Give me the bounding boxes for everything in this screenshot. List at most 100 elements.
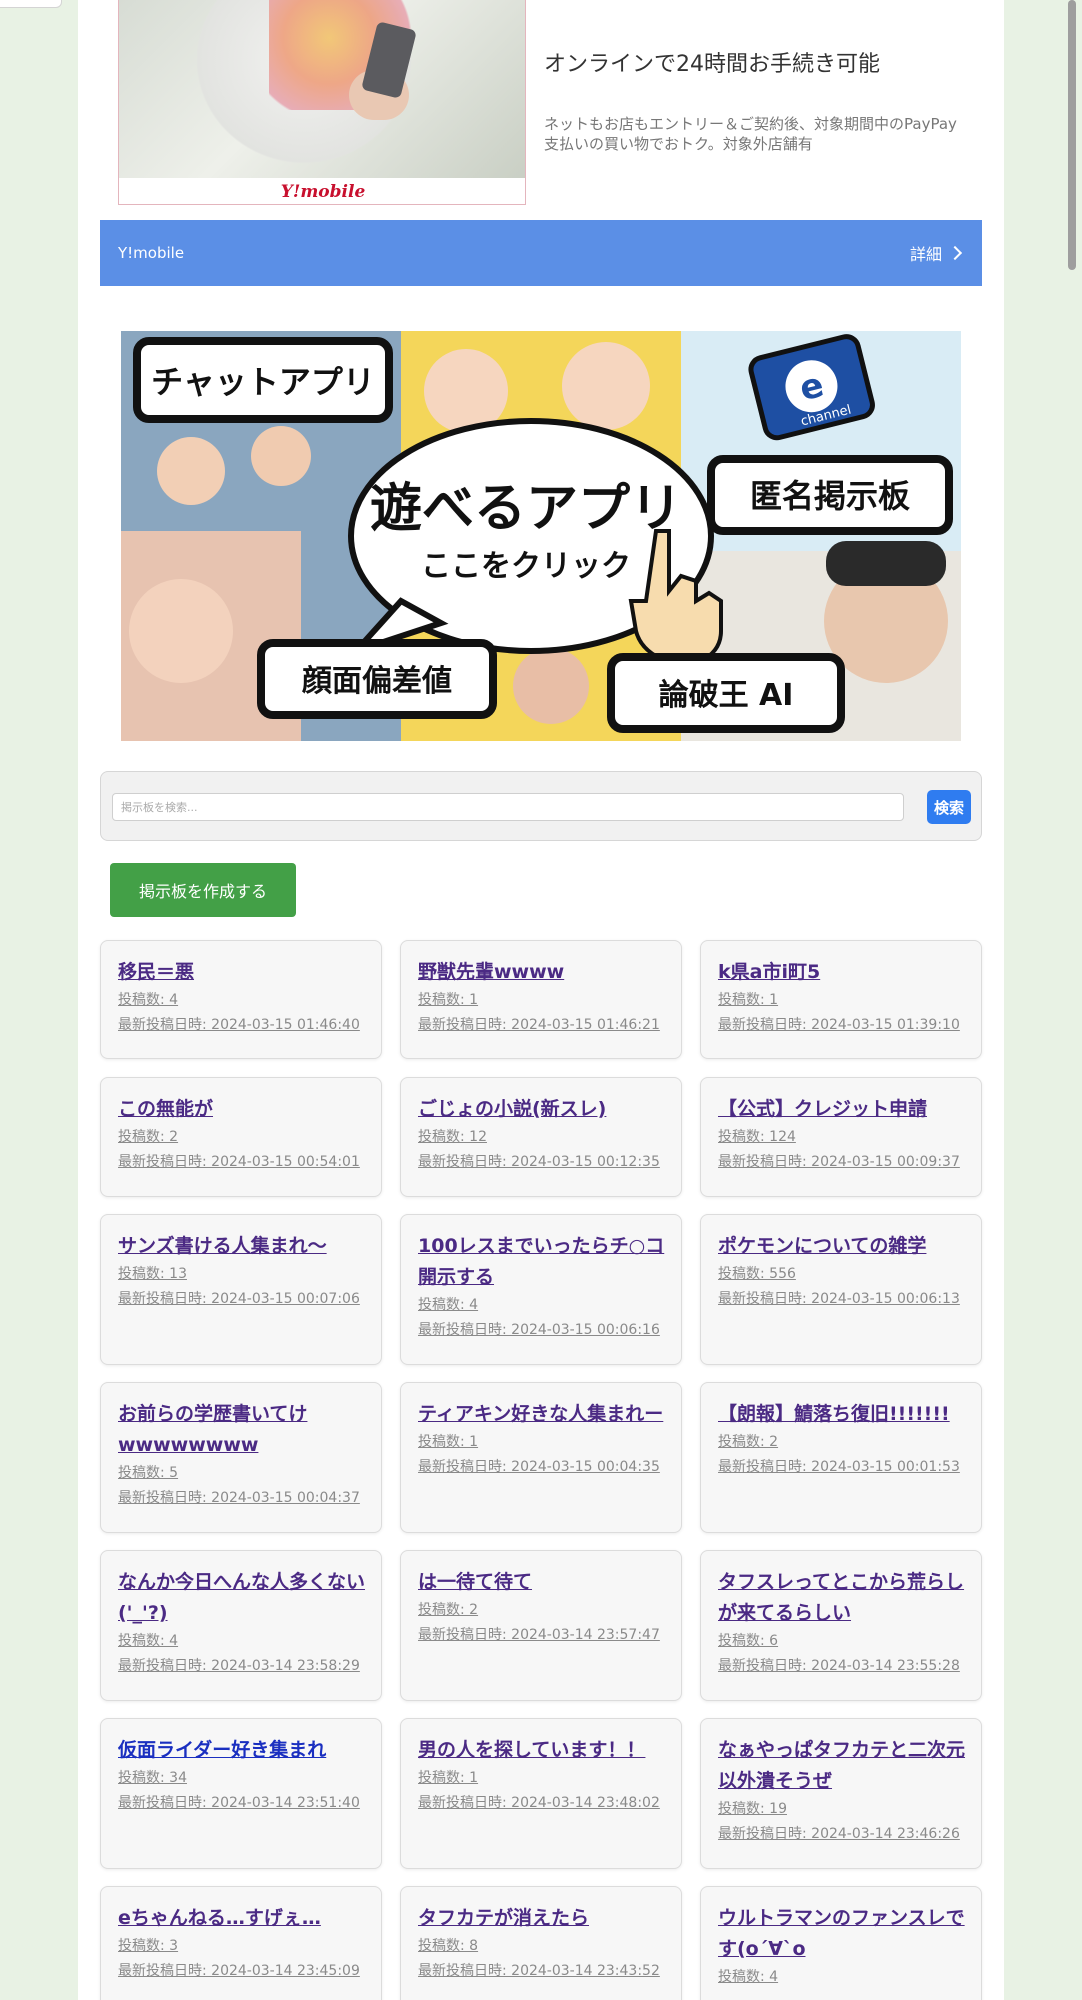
thread-post-count[interactable]: 投稿数: 4 xyxy=(718,1965,965,1990)
thread-card[interactable]: ポケモンについての雑学 投稿数: 556 最新投稿日時: 2024-03-15 … xyxy=(700,1214,982,1365)
banner-char-7-hair xyxy=(826,541,946,586)
create-board-button[interactable]: 掲示板を作成する xyxy=(110,863,296,917)
thread-latest-post[interactable]: 最新投稿日時: 2024-03-15 00:01:53 xyxy=(718,1455,965,1480)
thread-title[interactable]: 野獣先輩wwww xyxy=(418,957,665,988)
thread-title[interactable]: k県a市i町5 xyxy=(718,957,965,988)
ad-footer[interactable]: Y!mobile 詳細 xyxy=(100,220,982,286)
thread-latest-post[interactable]: 最新投稿日時: 2024-03-14 23:43:52 xyxy=(418,1959,665,1984)
thread-title[interactable]: eちゃんねる…すげぇ… xyxy=(118,1903,365,1934)
thread-post-count[interactable]: 投稿数: 3 xyxy=(118,1934,365,1959)
thread-post-count[interactable]: 投稿数: 1 xyxy=(718,988,965,1013)
thread-latest-post[interactable]: 最新投稿日時: 2024-03-15 00:54:01 xyxy=(118,1150,365,1175)
thread-latest-post[interactable]: 最新投稿日時: 2024-03-15 00:12:35 xyxy=(418,1150,665,1175)
ad-headline[interactable]: オンラインで24時間お手続き可能 xyxy=(544,46,964,78)
ad-logo-bar: Y!mobile xyxy=(119,178,525,204)
search-input[interactable] xyxy=(112,793,904,821)
thread-post-count[interactable]: 投稿数: 13 xyxy=(118,1262,365,1287)
thread-title[interactable]: 【朗報】鯖落ち復旧!!!!!!! xyxy=(718,1399,965,1430)
thread-latest-post[interactable]: 最新投稿日時: 2024-03-15 00:04:35 xyxy=(418,1455,665,1480)
thread-post-count[interactable]: 投稿数: 12 xyxy=(418,1125,665,1150)
thread-post-count[interactable]: 投稿数: 4 xyxy=(118,1629,365,1654)
thread-latest-post[interactable]: 最新投稿日時: 2024-03-15 00:06:16 xyxy=(418,1318,665,1343)
thread-card[interactable]: お前らの学歴書いてけwwwwwwww 投稿数: 5 最新投稿日時: 2024-0… xyxy=(100,1382,382,1533)
thread-title[interactable]: タフスレってとこから荒らしが来てるらしい xyxy=(718,1567,965,1629)
thread-post-count[interactable]: 投稿数: 124 xyxy=(718,1125,965,1150)
thread-title[interactable]: 移民＝悪 xyxy=(118,957,365,988)
thread-latest-post[interactable]: 最新投稿日時: 2024-03-14 23:48:02 xyxy=(418,1791,665,1816)
thread-latest-post[interactable]: 最新投稿日時: 2024-03-14 23:51:40 xyxy=(118,1791,365,1816)
thread-card[interactable]: 野獣先輩wwww 投稿数: 1 最新投稿日時: 2024-03-15 01:46… xyxy=(400,940,682,1059)
thread-post-count[interactable]: 投稿数: 556 xyxy=(718,1262,965,1287)
thread-card[interactable]: サンズ書ける人集まれ〜 投稿数: 13 最新投稿日時: 2024-03-15 0… xyxy=(100,1214,382,1365)
thread-latest-post[interactable]: 最新投稿日時: 2024-03-14 23:55:28 xyxy=(718,1654,965,1679)
banner-click-here-text: ここをクリック xyxy=(421,549,631,584)
thread-latest-post[interactable]: 最新投稿日時: 2024-03-15 01:46:21 xyxy=(418,1013,665,1038)
thread-latest-post[interactable]: 最新投稿日時: 2024-03-14 23:58:29 xyxy=(118,1654,365,1679)
search-button[interactable]: 検索 xyxy=(927,790,971,824)
thread-card[interactable]: 100レスまでいったらチ○コ開示する 投稿数: 4 最新投稿日時: 2024-0… xyxy=(400,1214,682,1365)
thread-card[interactable]: k県a市i町5 投稿数: 1 最新投稿日時: 2024-03-15 01:39:… xyxy=(700,940,982,1059)
banner-char-1 xyxy=(157,437,225,505)
thread-card[interactable]: ごじょの小説(新スレ) 投稿数: 12 最新投稿日時: 2024-03-15 0… xyxy=(400,1077,682,1197)
thread-title[interactable]: お前らの学歴書いてけwwwwwwww xyxy=(118,1399,365,1461)
thread-card[interactable]: ウルトラマンのファンスレです(o´∀`o 投稿数: 4 xyxy=(700,1886,982,2000)
thread-post-count[interactable]: 投稿数: 5 xyxy=(118,1461,365,1486)
thread-title[interactable]: ポケモンについての雑学 xyxy=(718,1231,965,1262)
thread-latest-post[interactable]: 最新投稿日時: 2024-03-15 01:39:10 xyxy=(718,1013,965,1038)
thread-post-count[interactable]: 投稿数: 8 xyxy=(418,1934,665,1959)
thread-card[interactable]: ティアキン好きな人集まれー 投稿数: 1 最新投稿日時: 2024-03-15 … xyxy=(400,1382,682,1533)
thread-card[interactable]: eちゃんねる…すげぇ… 投稿数: 3 最新投稿日時: 2024-03-14 23… xyxy=(100,1886,382,2000)
thread-title[interactable]: ごじょの小説(新スレ) xyxy=(418,1094,665,1125)
thread-title[interactable]: この無能が xyxy=(118,1094,365,1125)
scrollbar-thumb[interactable] xyxy=(1068,0,1076,270)
thread-card[interactable]: 移民＝悪 投稿数: 4 最新投稿日時: 2024-03-15 01:46:40 xyxy=(100,940,382,1059)
thread-title[interactable]: なぁやっぱタフカテと二次元以外潰そうぜ xyxy=(718,1735,965,1797)
thread-latest-post[interactable]: 最新投稿日時: 2024-03-14 23:57:47 xyxy=(418,1623,665,1648)
banner-ronpa-text: 論破王 AI xyxy=(659,678,794,713)
thread-post-count[interactable]: 投稿数: 2 xyxy=(418,1598,665,1623)
thread-card[interactable]: は一待て待て 投稿数: 2 最新投稿日時: 2024-03-14 23:57:4… xyxy=(400,1550,682,1701)
thread-post-count[interactable]: 投稿数: 19 xyxy=(718,1797,965,1822)
thread-card[interactable]: 【公式】クレジット申請 投稿数: 124 最新投稿日時: 2024-03-15 … xyxy=(700,1077,982,1197)
ad-detail-link[interactable]: 詳細 xyxy=(909,241,963,265)
thread-latest-post[interactable]: 最新投稿日時: 2024-03-15 00:06:13 xyxy=(718,1287,965,1312)
thread-card[interactable]: 仮面ライダー好き集まれ 投稿数: 34 最新投稿日時: 2024-03-14 2… xyxy=(100,1718,382,1869)
thread-title[interactable]: は一待て待て xyxy=(418,1567,665,1598)
thread-card[interactable]: なぁやっぱタフカテと二次元以外潰そうぜ 投稿数: 19 最新投稿日時: 2024… xyxy=(700,1718,982,1869)
ad-body-text: ネットもお店もエントリー＆ご契約後、対象期間中のPayPay支払いの買い物でおト… xyxy=(544,115,957,153)
thread-post-count[interactable]: 投稿数: 4 xyxy=(418,1293,665,1318)
ad-image[interactable]: Y!mobile xyxy=(118,0,526,205)
thread-latest-post[interactable]: 最新投稿日時: 2024-03-15 00:04:37 xyxy=(118,1486,365,1511)
thread-title[interactable]: 男の人を探しています！！ xyxy=(418,1735,665,1766)
thread-post-count[interactable]: 投稿数: 1 xyxy=(418,988,665,1013)
thread-post-count[interactable]: 投稿数: 2 xyxy=(718,1430,965,1455)
thread-title[interactable]: 仮面ライダー好き集まれ xyxy=(118,1735,365,1766)
app-banner[interactable]: e channel 遊べるアプリ ここをクリック チャットアプリ 匿名掲示板 顔… xyxy=(121,331,961,741)
thread-latest-post[interactable]: 最新投稿日時: 2024-03-14 23:46:26 xyxy=(718,1822,965,1847)
thread-title[interactable]: なんか今日へんな人多くない('_'?) xyxy=(118,1567,365,1629)
thread-post-count[interactable]: 投稿数: 1 xyxy=(418,1430,665,1455)
thread-latest-post[interactable]: 最新投稿日時: 2024-03-15 01:46:40 xyxy=(118,1013,365,1038)
thread-latest-post[interactable]: 最新投稿日時: 2024-03-14 23:45:09 xyxy=(118,1959,365,1984)
advertisement[interactable]: Y!mobile オンラインで24時間お手続き可能 ネットもお店もエントリー＆ご… xyxy=(100,0,982,286)
thread-title[interactable]: サンズ書ける人集まれ〜 xyxy=(118,1231,365,1262)
thread-post-count[interactable]: 投稿数: 4 xyxy=(118,988,365,1013)
thread-latest-post[interactable]: 最新投稿日時: 2024-03-15 00:09:37 xyxy=(718,1150,965,1175)
thread-title[interactable]: 100レスまでいったらチ○コ開示する xyxy=(418,1231,665,1293)
thread-card[interactable]: 男の人を探しています！！ 投稿数: 1 最新投稿日時: 2024-03-14 2… xyxy=(400,1718,682,1869)
thread-title[interactable]: タフカテが消えたら xyxy=(418,1903,665,1934)
thread-card[interactable]: なんか今日へんな人多くない('_'?) 投稿数: 4 最新投稿日時: 2024-… xyxy=(100,1550,382,1701)
thread-post-count[interactable]: 投稿数: 1 xyxy=(418,1766,665,1791)
thread-title[interactable]: ウルトラマンのファンスレです(o´∀`o xyxy=(718,1903,965,1965)
thread-card[interactable]: 【朗報】鯖落ち復旧!!!!!!! 投稿数: 2 最新投稿日時: 2024-03-… xyxy=(700,1382,982,1533)
thread-card[interactable]: タフスレってとこから荒らしが来てるらしい 投稿数: 6 最新投稿日時: 2024… xyxy=(700,1550,982,1701)
thread-card[interactable]: この無能が 投稿数: 2 最新投稿日時: 2024-03-15 00:54:01 xyxy=(100,1077,382,1197)
thread-title[interactable]: ティアキン好きな人集まれー xyxy=(418,1399,665,1430)
thread-post-count[interactable]: 投稿数: 6 xyxy=(718,1629,965,1654)
thread-card[interactable]: タフカテが消えたら 投稿数: 8 最新投稿日時: 2024-03-14 23:4… xyxy=(400,1886,682,2000)
thread-latest-post[interactable]: 最新投稿日時: 2024-03-15 00:07:06 xyxy=(118,1287,365,1312)
thread-title[interactable]: 【公式】クレジット申請 xyxy=(718,1094,965,1125)
ad-detail-label: 詳細 xyxy=(909,245,942,264)
thread-post-count[interactable]: 投稿数: 2 xyxy=(118,1125,365,1150)
thread-post-count[interactable]: 投稿数: 34 xyxy=(118,1766,365,1791)
